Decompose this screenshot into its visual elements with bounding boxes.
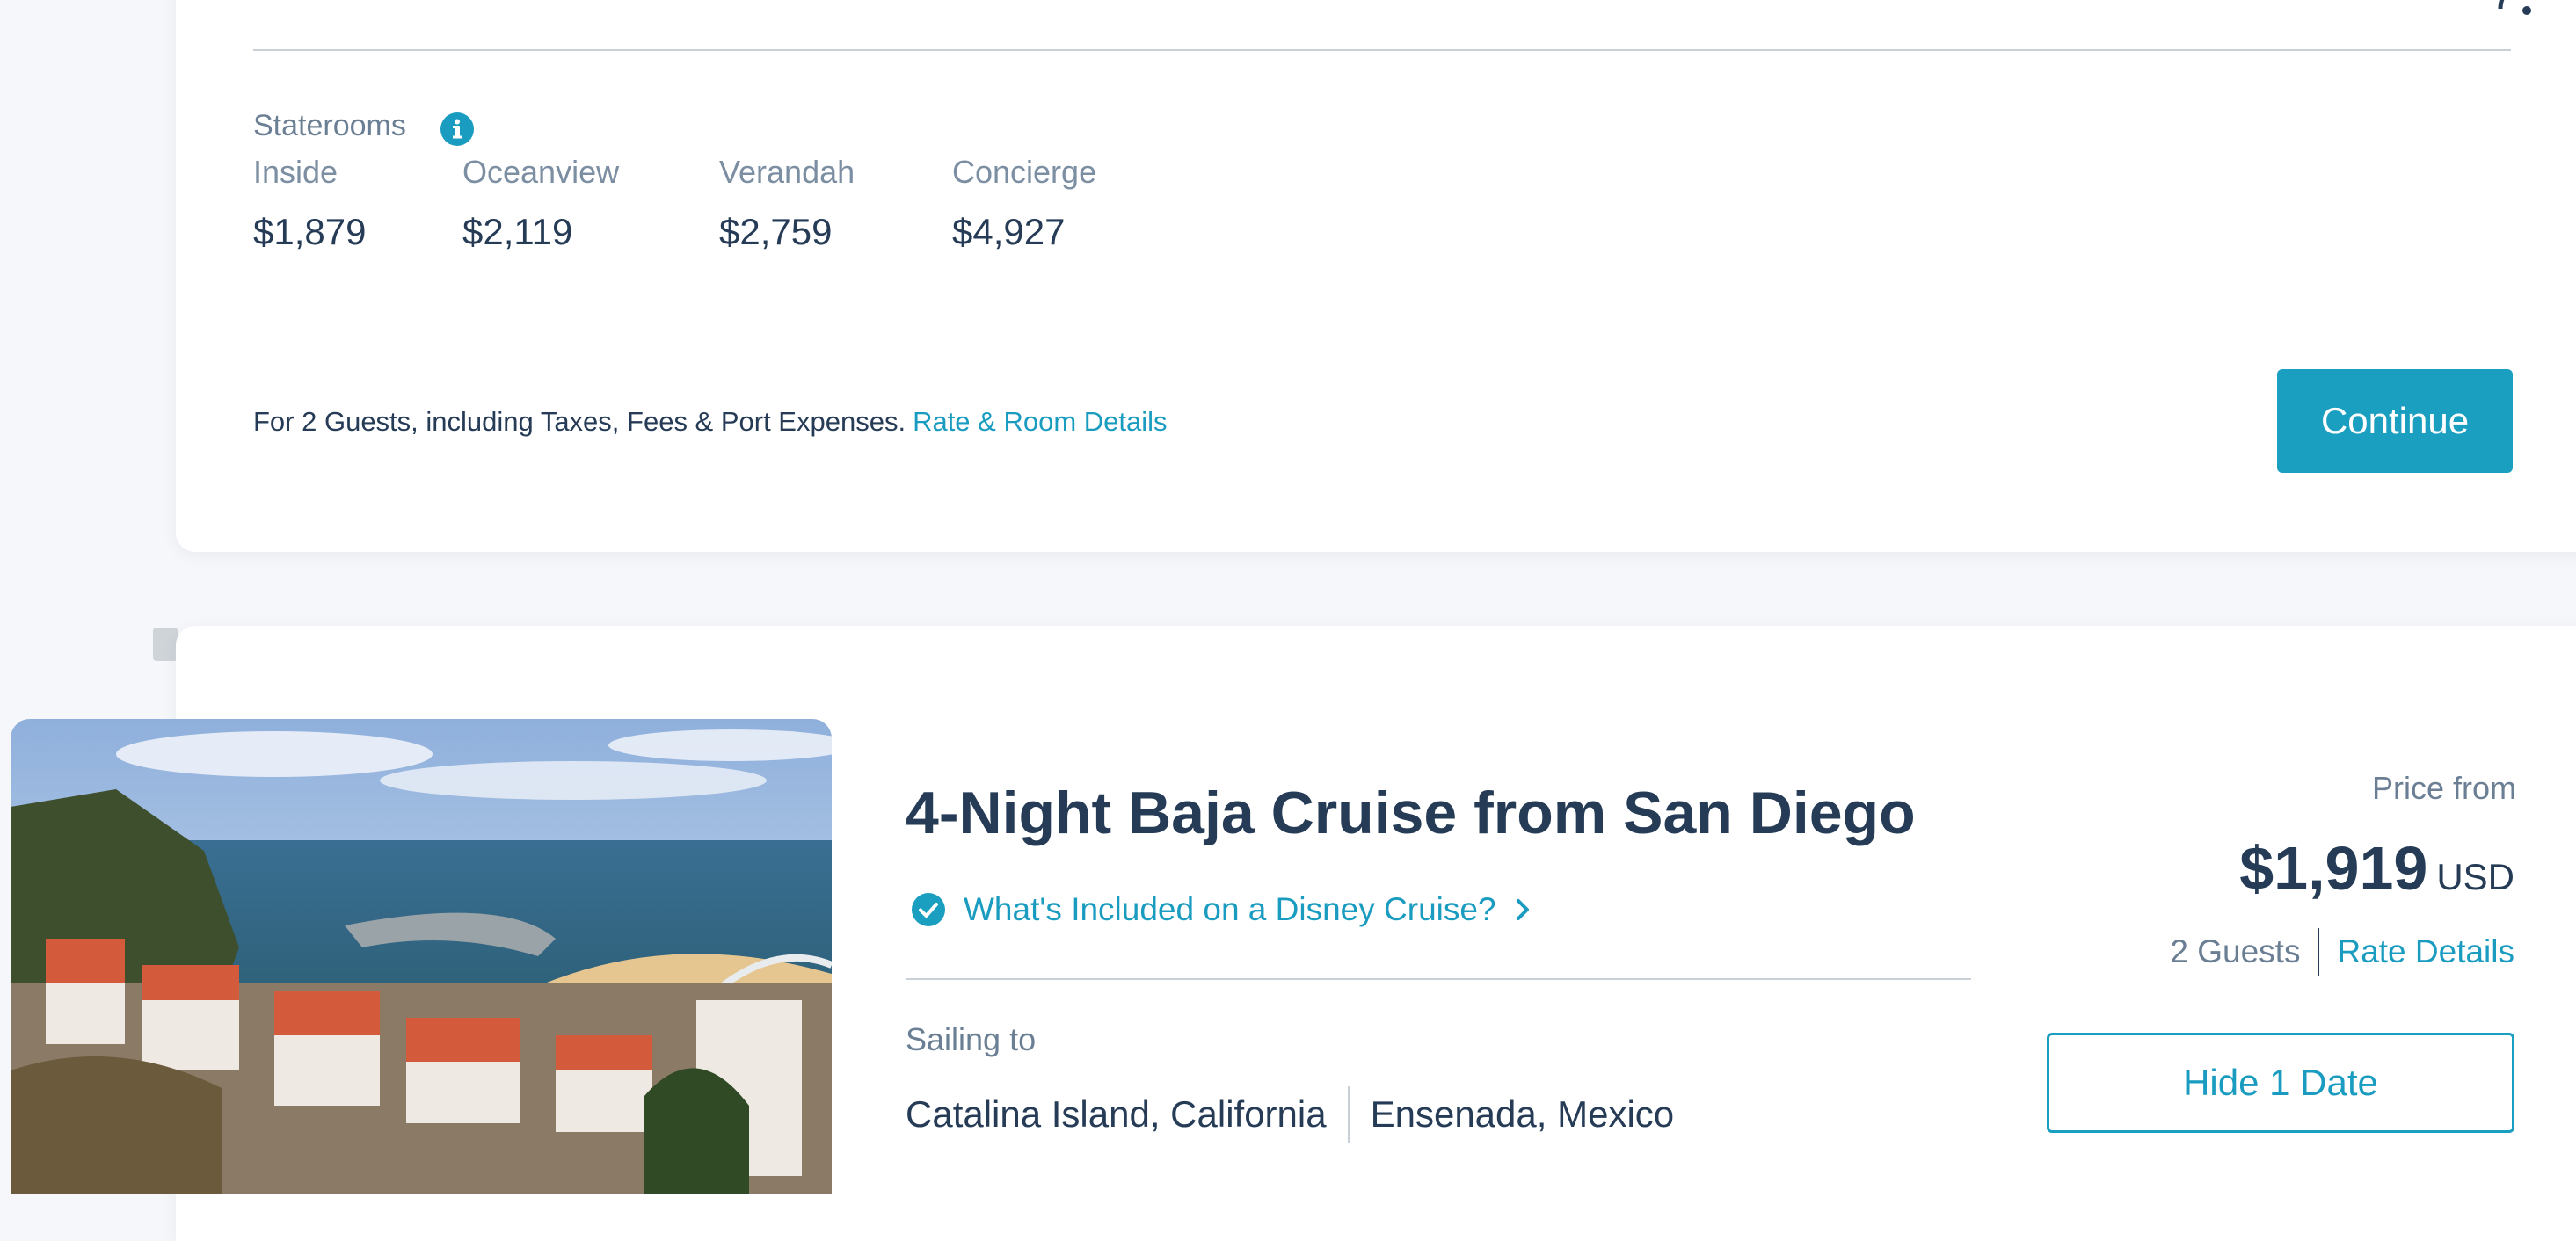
check-circle-icon [912, 893, 945, 926]
stateroom-price: $2,119 [462, 211, 573, 252]
whats-included-link[interactable]: What's Included on a Disney Cruise? [911, 891, 1532, 928]
sailing-to-label: Sailing to [906, 1021, 1037, 1057]
staterooms-label: Staterooms [253, 109, 406, 142]
info-icon[interactable] [440, 112, 474, 146]
price-footnote: For 2 Guests, including Taxes, Fees & Po… [253, 406, 1168, 438]
cruise-title[interactable]: 4-Night Baja Cruise from San Diego [906, 779, 1916, 847]
stateroom-name: Verandah [719, 154, 855, 190]
chevron-right-icon [1516, 899, 1529, 920]
whats-included-text: What's Included on a Disney Cruise? [964, 891, 1496, 927]
guest-separator [2318, 928, 2320, 976]
continue-button[interactable]: Continue [2277, 369, 2513, 473]
stateroom-price: $2,759 [719, 211, 833, 252]
ship-icon [2498, 0, 2531, 15]
price-amount: $1,919 [2239, 834, 2428, 903]
port-separator [1347, 1086, 1350, 1143]
port-name: Ensenada, Mexico [1370, 1093, 1675, 1135]
stateroom-oceanview: Oceanview $2,119 [462, 153, 619, 255]
rate-room-details-link[interactable]: Rate & Room Details [913, 406, 1167, 437]
price-from-label: Price from [2371, 770, 2516, 806]
port-name: Catalina Island, California [906, 1093, 1327, 1135]
section-divider [906, 978, 1971, 980]
hide-dates-button[interactable]: Hide 1 Date [2047, 1033, 2514, 1133]
section-divider [253, 49, 2511, 51]
stateroom-verandah: Verandah $2,759 [719, 153, 855, 255]
guest-info: 2 Guests Rate Details [2170, 928, 2514, 976]
stateroom-name: Concierge [952, 154, 1097, 190]
price-display: $1,919 USD [2239, 833, 2514, 904]
stateroom-inside: Inside $1,879 [253, 153, 366, 255]
ports-list: Catalina Island, California Ensenada, Me… [906, 1086, 1674, 1143]
guest-count: 2 Guests [2170, 933, 2301, 969]
stateroom-price: $4,927 [952, 211, 1066, 252]
stateroom-concierge: Concierge $4,927 [952, 153, 1096, 255]
footnote-text: For 2 Guests, including Taxes, Fees & Po… [253, 406, 906, 437]
stateroom-name: Oceanview [462, 154, 620, 190]
stateroom-pricing-card: Staterooms Inside $1,879 Oceanview $2,11… [176, 0, 2576, 552]
cruise-destination-photo[interactable] [11, 719, 832, 1194]
stateroom-price: $1,879 [253, 211, 367, 252]
rate-details-link[interactable]: Rate Details [2337, 933, 2514, 970]
edge-artifact [153, 628, 178, 661]
stateroom-name: Inside [253, 154, 338, 190]
price-currency: USD [2436, 856, 2514, 897]
